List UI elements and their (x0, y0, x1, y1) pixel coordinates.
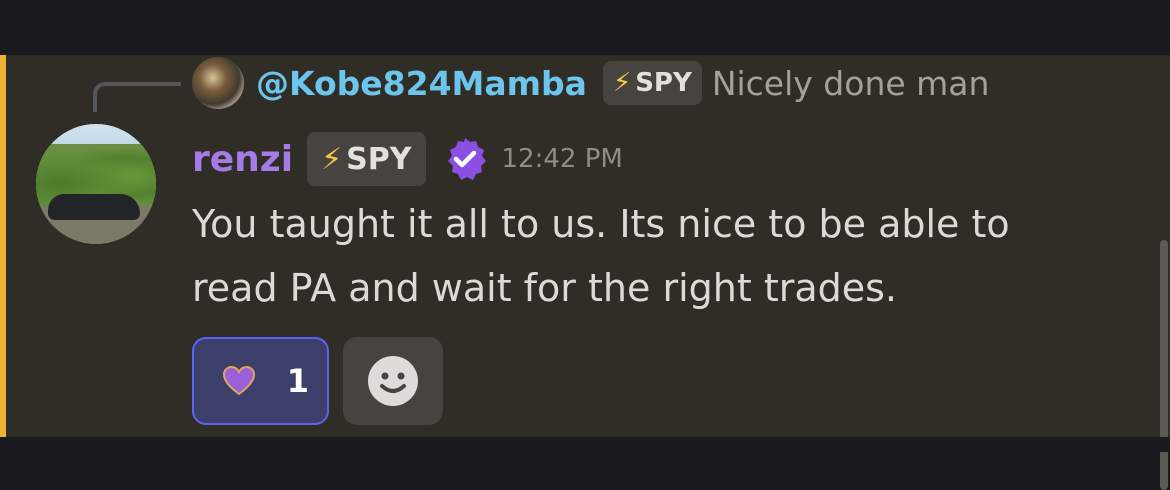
smile-face-icon (368, 356, 418, 406)
verified-badge-icon[interactable] (442, 136, 488, 182)
reaction-purple-heart[interactable]: 1 (192, 337, 329, 425)
scrollbar[interactable] (1160, 240, 1168, 490)
server-tag-label: SPY (346, 141, 412, 177)
server-tag[interactable]: ⚡ SPY (307, 132, 426, 186)
chat-message[interactable]: @Kobe824Mamba ⚡ SPY Nicely done man renz… (0, 55, 1170, 490)
reaction-bar: 1 (192, 337, 443, 425)
username[interactable]: renzi (192, 139, 293, 180)
reply-preview-text[interactable]: Nicely done man (712, 64, 990, 103)
add-reaction-button[interactable] (343, 337, 443, 425)
reply-server-tag[interactable]: ⚡ SPY (602, 61, 702, 105)
message-content: You taught it all to us. Its nice to be … (192, 202, 1010, 310)
reply-connector (93, 82, 181, 112)
purple-heart-icon (222, 365, 256, 396)
top-divider (0, 0, 1170, 55)
reply-avatar[interactable] (192, 57, 244, 109)
lightning-icon: ⚡ (612, 68, 632, 98)
avatar[interactable] (36, 124, 156, 244)
lightning-icon: ⚡ (321, 141, 343, 177)
reply-username[interactable]: @Kobe824Mamba (256, 64, 587, 103)
mention-highlight-bar (0, 55, 6, 437)
message-header: renzi ⚡ SPY 12:42 PM (192, 131, 623, 187)
reply-reference[interactable]: @Kobe824Mamba ⚡ SPY Nicely done man (192, 57, 989, 109)
timestamp[interactable]: 12:42 PM (502, 144, 623, 174)
reaction-count: 1 (286, 362, 309, 400)
reply-tag-label: SPY (635, 68, 692, 98)
bottom-divider (0, 437, 1170, 452)
